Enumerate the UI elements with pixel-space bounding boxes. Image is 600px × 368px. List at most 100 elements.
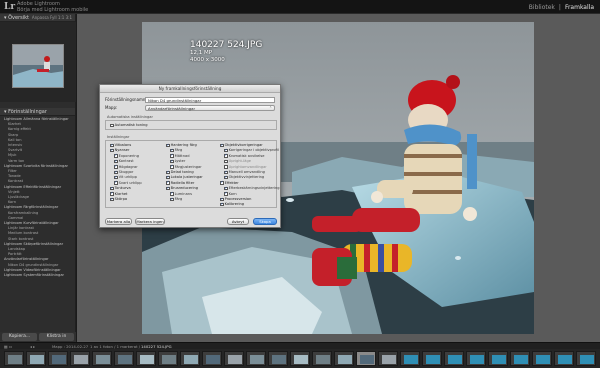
filmstrip-thumbnail[interactable] bbox=[202, 351, 222, 366]
setting-checkbox[interactable]: ✓ Effekter bbox=[220, 181, 239, 186]
filmstrip-thumbnail[interactable] bbox=[312, 351, 332, 366]
navigator-preview[interactable] bbox=[0, 22, 76, 102]
filmstrip-thumbnail[interactable] bbox=[136, 351, 156, 366]
cancel-button[interactable]: Avbryt bbox=[227, 218, 249, 225]
filmstrip-thumbnail[interactable] bbox=[114, 351, 134, 366]
setting-label: Tonkurva bbox=[114, 186, 131, 191]
filmstrip-thumbnail[interactable] bbox=[576, 351, 596, 366]
setting-label: Kalibrering bbox=[224, 202, 245, 207]
module-develop[interactable]: Framkalla bbox=[565, 4, 594, 11]
setting-checkbox[interactable]: ✓ Färg bbox=[170, 148, 182, 153]
filmstrip-thumbnail[interactable] bbox=[26, 351, 46, 366]
identity-plate[interactable]: Adobe Lightroom Börja med Lightroom mobi… bbox=[17, 1, 88, 13]
check-all-button[interactable]: Markera alla bbox=[105, 218, 132, 225]
setting-checkbox[interactable]: ✓ Kontrast bbox=[114, 159, 134, 164]
filmstrip-thumbnail[interactable] bbox=[224, 351, 244, 366]
filmstrip-thumbnail[interactable] bbox=[554, 351, 574, 366]
filmstrip-thumbnail[interactable] bbox=[356, 351, 376, 366]
filmstrip-thumbnail[interactable] bbox=[422, 351, 442, 366]
setting-checkbox[interactable]: ✓ Klarhet bbox=[110, 191, 128, 197]
preset-name-input[interactable]: Nikon D4 grundinställningar bbox=[145, 97, 275, 103]
check-none-button[interactable]: Markera ingen bbox=[135, 218, 165, 225]
setting-checkbox[interactable]: ✓ Färg bbox=[170, 197, 182, 202]
create-button[interactable]: Skapa bbox=[253, 218, 277, 225]
filmstrip-thumbnail[interactable] bbox=[488, 351, 508, 366]
setting-checkbox[interactable]: ✓ Färgjusteringar bbox=[170, 164, 202, 170]
filmstrip-thumbnail[interactable] bbox=[4, 351, 24, 366]
setting-label: Färg bbox=[174, 148, 183, 153]
folder-select[interactable]: Användarförinställningar ⌃ bbox=[145, 105, 275, 111]
navigator-label: Översikt bbox=[8, 15, 29, 21]
setting-checkbox[interactable]: ✓ Tonkurva bbox=[110, 186, 131, 191]
filmstrip-thumbnail[interactable] bbox=[400, 351, 420, 366]
setting-checkbox[interactable]: ✓ Brusreducering bbox=[166, 186, 198, 191]
setting-label: Korrigeringar i objektivprofil bbox=[228, 148, 279, 153]
checkbox-box: ✓ bbox=[166, 185, 170, 191]
setting-checkbox[interactable]: ✓ Svart urklipp bbox=[114, 181, 142, 186]
filmstrip-thumbnail[interactable] bbox=[70, 351, 90, 366]
setting-checkbox[interactable]: ✓ Vitbalans bbox=[110, 143, 131, 148]
setting-checkbox[interactable]: ✓ Radiella filter bbox=[166, 181, 194, 186]
setting-checkbox[interactable]: ✓ Mättnad bbox=[170, 154, 189, 159]
filmstrip-thumbnail[interactable] bbox=[158, 351, 178, 366]
setting-checkbox[interactable]: Upright-läge bbox=[224, 159, 251, 164]
thumbnail-image bbox=[96, 355, 110, 364]
setting-checkbox[interactable]: ✓ Hantering färg bbox=[166, 143, 197, 148]
lightroom-logo: Lr bbox=[4, 2, 16, 12]
filmstrip-thumbnail[interactable] bbox=[48, 351, 68, 366]
setting-checkbox[interactable]: ✓ Vit urklipp bbox=[114, 175, 137, 180]
setting-checkbox[interactable]: ✓ Objektivkorrigeringar bbox=[220, 143, 263, 148]
setting-checkbox[interactable]: ✓ Exponering bbox=[114, 154, 139, 159]
filmstrip-thumbnail[interactable] bbox=[532, 351, 552, 366]
filmstrip-thumbnail[interactable] bbox=[268, 351, 288, 366]
zoom-1-1[interactable]: 1:1 bbox=[58, 15, 64, 20]
filmstrip-thumbnail[interactable] bbox=[378, 351, 398, 366]
thumbnail-image bbox=[140, 355, 154, 364]
setting-checkbox[interactable]: ✓ Efterbeskärningsvinjettering bbox=[224, 186, 280, 191]
navigator-thumbnail[interactable] bbox=[12, 44, 64, 88]
module-library[interactable]: Bibliotek bbox=[529, 4, 555, 11]
zoom-3-1[interactable]: 3:1 bbox=[66, 15, 72, 20]
filmstrip-thumbnail[interactable] bbox=[444, 351, 464, 366]
setting-checkbox[interactable]: ✓ Skuggor bbox=[114, 170, 133, 175]
filmstrip-thumbnail[interactable] bbox=[334, 351, 354, 366]
setting-label: Klarhet bbox=[114, 191, 128, 196]
setting-checkbox[interactable]: ✓ Manuell omvandling bbox=[224, 170, 265, 175]
setting-checkbox[interactable]: ✓ Processversion bbox=[220, 197, 251, 202]
filmstrip-thumbnail[interactable] bbox=[290, 351, 310, 366]
filmstrip-thumbnail[interactable] bbox=[92, 351, 112, 366]
preset-list: Lightroom Allmänna förinställningar Klarh… bbox=[0, 116, 75, 278]
filmstrip-thumbnail[interactable] bbox=[510, 351, 530, 366]
filmstrip-thumbnail[interactable] bbox=[466, 351, 486, 366]
zoom-fit[interactable]: Anpassa bbox=[32, 15, 49, 20]
setting-label: Effekter bbox=[224, 180, 239, 185]
auto-tone-checkbox[interactable]: Automatisk toning bbox=[110, 123, 148, 128]
thumbnail-image bbox=[404, 355, 418, 364]
presets-header[interactable]: ▾ Förinställningar bbox=[0, 108, 75, 116]
preset-folder[interactable]: Lightroom Systemförinställningar bbox=[0, 273, 75, 278]
copy-settings-button[interactable]: Kopiera... bbox=[2, 333, 37, 341]
setting-checkbox[interactable]: ✓ Skärpa bbox=[110, 197, 127, 202]
thumbnail-image bbox=[52, 355, 66, 364]
setting-checkbox[interactable]: ✓ Luminans bbox=[170, 191, 192, 197]
setting-checkbox[interactable]: ✓ Högdagrar bbox=[114, 164, 138, 170]
zoom-fill[interactable]: Fyll bbox=[50, 15, 57, 20]
folder-label: Mapp: bbox=[105, 105, 118, 110]
setting-label: Kromatisk avvikelse bbox=[228, 153, 265, 158]
filmstrip-thumbnail[interactable] bbox=[246, 351, 266, 366]
setting-checkbox[interactable]: ✓ Kromatisk avvikelse bbox=[224, 154, 264, 159]
navigator-header[interactable]: ▾ Översikt Anpassa Fyll 1:1 3:1 bbox=[0, 14, 75, 22]
filmstrip-thumbnail[interactable] bbox=[180, 351, 200, 366]
setting-checkbox[interactable]: ✓ Delad toning bbox=[166, 170, 194, 175]
checkbox-box: ✓ bbox=[224, 147, 228, 153]
setting-checkbox[interactable]: ✓ Nyanser bbox=[110, 148, 129, 153]
setting-checkbox[interactable]: ✓ Objektivvinjettering bbox=[224, 175, 264, 180]
setting-checkbox[interactable]: Uprightomvandlingar bbox=[224, 165, 267, 170]
checkbox-box: ✓ bbox=[170, 191, 174, 196]
setting-checkbox[interactable]: ✓ Kalibrering bbox=[220, 202, 244, 207]
setting-checkbox[interactable]: ✓ Lyster bbox=[170, 159, 185, 164]
paste-settings-button[interactable]: Klistra in bbox=[39, 333, 74, 341]
setting-checkbox[interactable]: ✓ Korrigeringar i objektivprofil bbox=[224, 148, 279, 153]
setting-checkbox[interactable]: ✓ Korn bbox=[224, 191, 237, 197]
setting-checkbox[interactable]: ✓ Lokala justeringar bbox=[166, 175, 203, 180]
